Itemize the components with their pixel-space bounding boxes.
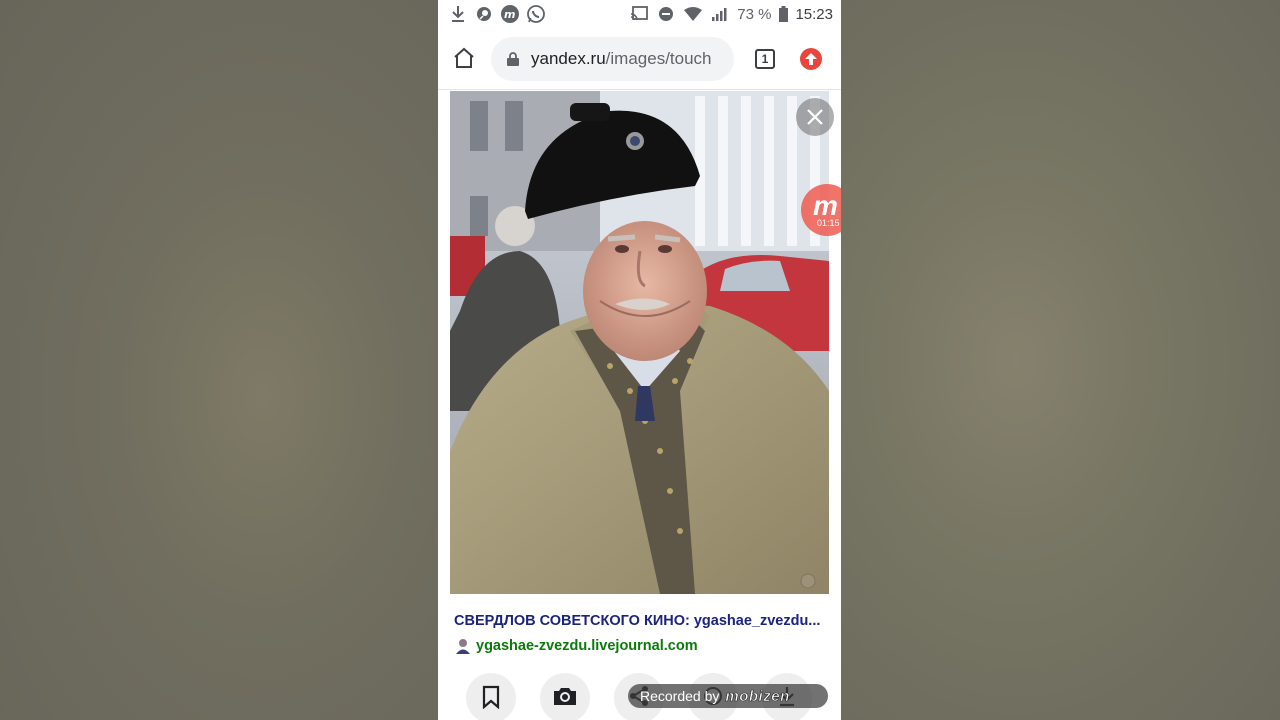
battery-icon <box>778 4 788 24</box>
close-icon <box>807 109 823 125</box>
home-button[interactable] <box>452 46 476 70</box>
camera-search-button[interactable] <box>540 673 590 720</box>
tab-count: 1 <box>761 52 769 66</box>
watermark-prefix: Recorded by <box>640 688 720 704</box>
blurred-background-left <box>0 0 438 720</box>
chat-search-icon <box>474 4 494 24</box>
clock: 15:23 <box>795 5 833 23</box>
browser-toolbar: yandex.ru/images/touch 1 <box>438 28 841 90</box>
lock-icon <box>507 52 519 66</box>
download-icon <box>448 4 468 24</box>
whatsapp-icon <box>526 4 546 24</box>
signal-icon <box>710 4 730 24</box>
blurred-background-right <box>841 0 1280 720</box>
url-path: /images/touch <box>605 49 712 68</box>
search-result-image[interactable] <box>450 91 829 594</box>
source-link[interactable]: ygashae-zvezdu.livejournal.com <box>476 638 698 654</box>
bookmark-icon <box>482 685 500 709</box>
address-bar[interactable]: yandex.ru/images/touch <box>491 37 734 81</box>
recorder-watermark: Recorded by mobizen <box>628 684 828 708</box>
url-text: yandex.ru/images/touch <box>531 49 712 69</box>
status-bar: m 73 % 15:23 <box>438 0 841 28</box>
result-source[interactable]: ygashae-zvezdu.livejournal.com <box>454 637 698 655</box>
home-icon <box>454 47 474 68</box>
tab-switcher-button[interactable]: 1 <box>755 49 775 69</box>
user-avatar-icon <box>456 639 470 654</box>
recorder-timer: 01:15 <box>817 218 840 228</box>
watermark-brand: mobizen <box>725 687 790 705</box>
do-not-disturb-icon <box>656 4 676 24</box>
phone-screen: m 73 % 15:23 yandex.ru/images/touch 1 m … <box>438 0 841 720</box>
bookmark-button[interactable] <box>466 673 516 720</box>
wifi-icon <box>683 4 703 24</box>
result-title[interactable]: СВЕРДЛОВ СОВЕТСКОГО КИНО: ygashae_zvezdu… <box>454 613 829 629</box>
cast-icon <box>629 4 649 24</box>
arrow-up-icon <box>805 53 817 65</box>
close-image-button[interactable] <box>796 98 834 136</box>
mobizen-icon: m <box>500 4 520 24</box>
update-button[interactable] <box>800 48 822 70</box>
svg-text:m: m <box>504 8 515 21</box>
camera-search-icon <box>554 688 576 705</box>
battery-percent: 73 % <box>737 5 772 23</box>
url-domain: yandex.ru <box>531 49 606 68</box>
